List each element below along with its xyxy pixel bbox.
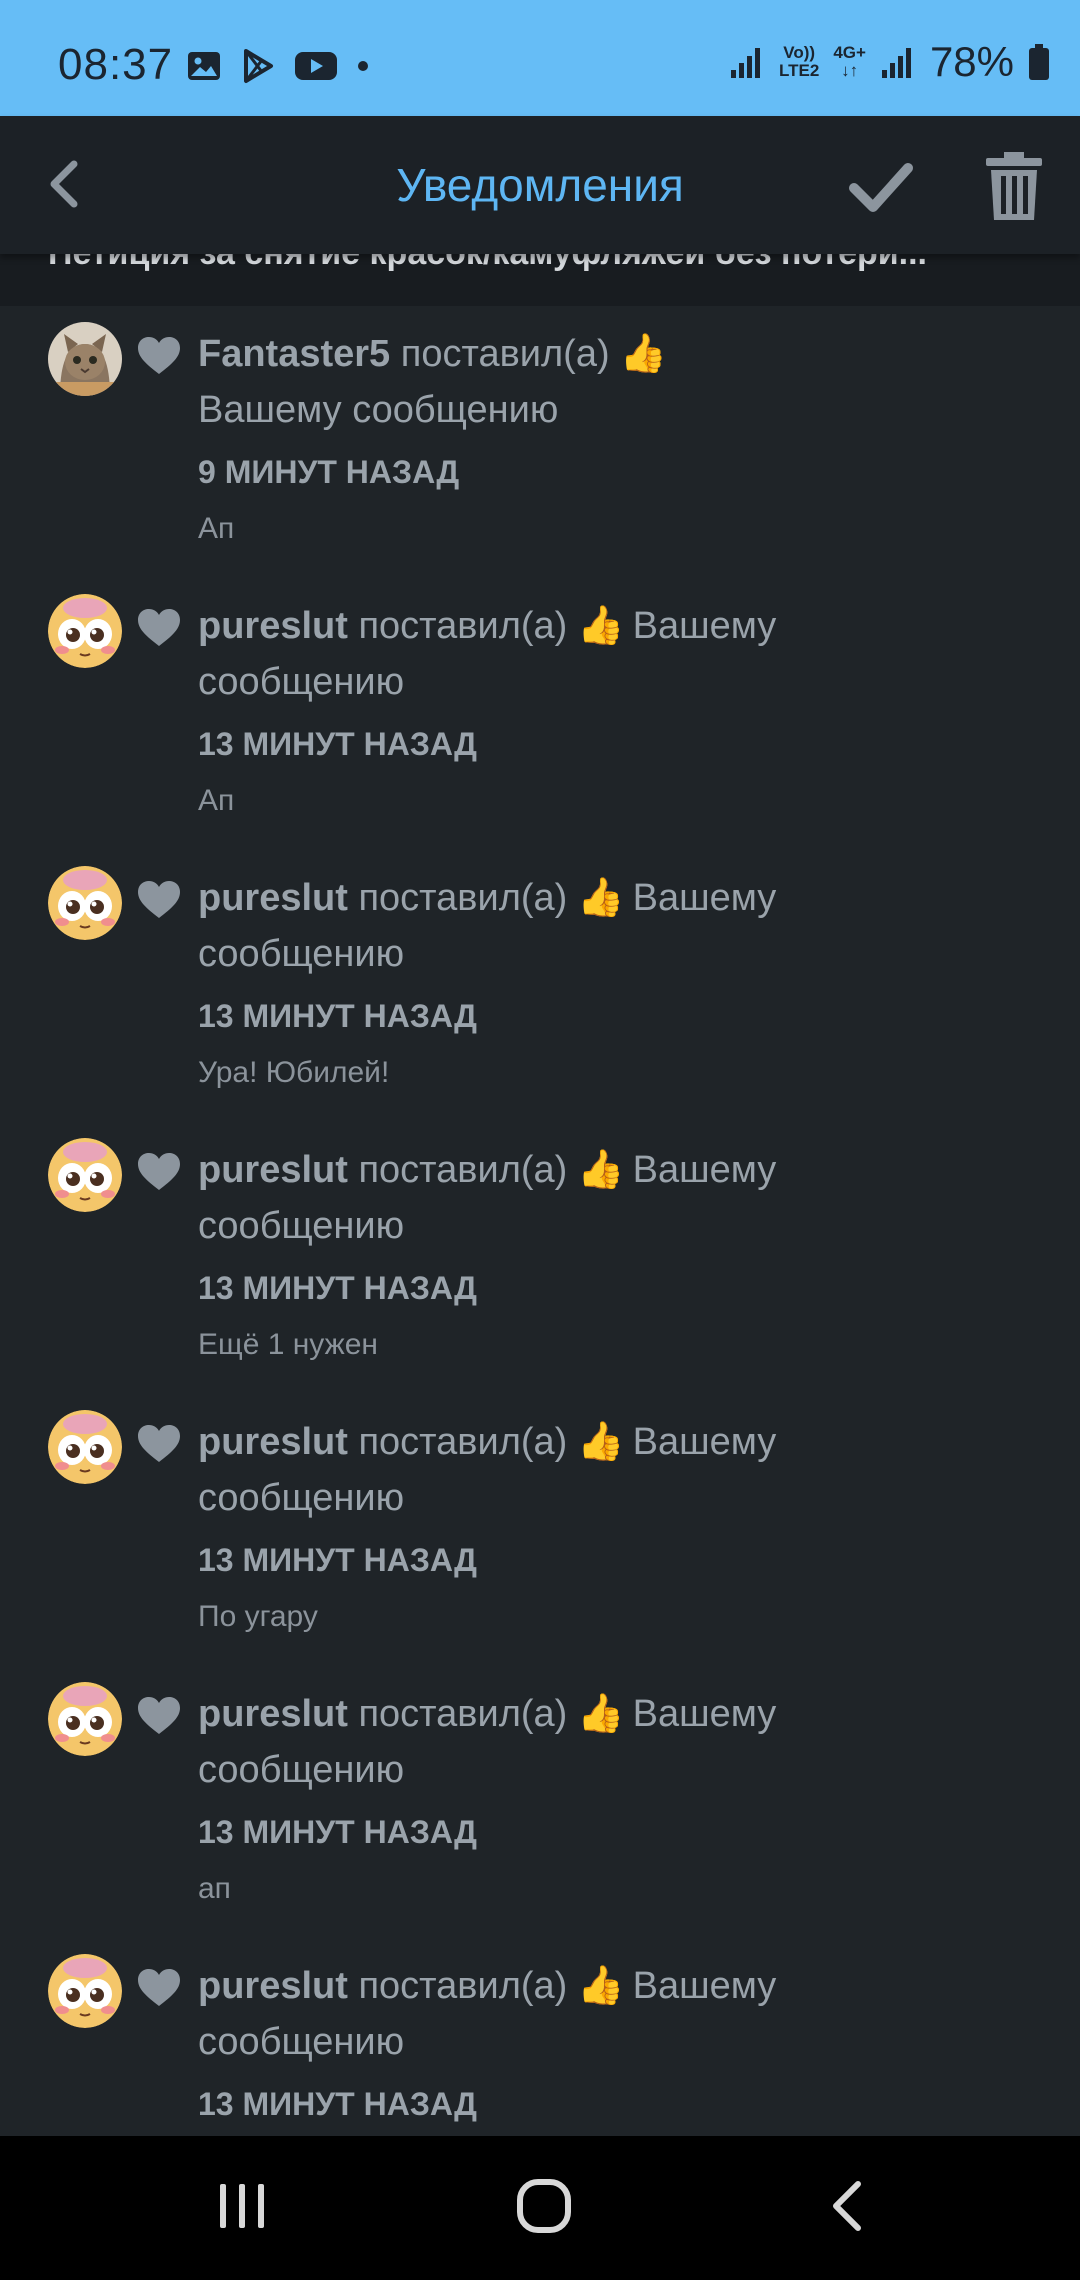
notification-time: 9 МИНУТ НАЗАД <box>198 454 460 490</box>
action-text: поставил(а) <box>400 333 610 375</box>
avatar[interactable] <box>48 594 122 668</box>
notification-item[interactable]: pureslut поставил(а) 👍 Вашему сообщению 13 … <box>0 1394 1080 1666</box>
notification-text: pureslut поставил(а) 👍 Вашему сообщению <box>198 1686 818 1798</box>
home-icon[interactable] <box>516 2178 572 2234</box>
navigation-bar <box>0 2136 1080 2280</box>
status-notification-icons <box>186 48 370 84</box>
message-preview: ап <box>198 1872 231 1905</box>
notification-text: Fantaster5 поставил(а) 👍 Вашему сообщению <box>198 326 818 438</box>
notification-item[interactable]: Fantaster5 поставил(а) 👍 Вашему сообщению 9… <box>0 306 1080 578</box>
notification-time: 13 МИНУТ НАЗАД <box>198 2086 477 2122</box>
status-bar: 08:37 Vo)) LTE2 4G+ ↓↑ 78% <box>0 0 1080 116</box>
like-heart-icon <box>136 608 182 648</box>
system-back-icon[interactable] <box>826 2178 866 2234</box>
data-arrows-icon: ↓↑ <box>841 61 859 80</box>
message-preview: Ещё 1 нужен <box>198 1328 378 1361</box>
like-heart-icon <box>136 1152 182 1192</box>
play-store-icon <box>244 49 273 83</box>
thumbs-up-icon: 👍 <box>577 1421 625 1463</box>
action-text: поставил(а) <box>358 1149 568 1191</box>
thread-title: Петиция за снятие красок/камуфляжей без … <box>48 254 927 273</box>
action-text: поставил(а) <box>358 877 568 919</box>
mark-all-read-check-icon[interactable] <box>846 152 916 222</box>
username[interactable]: pureslut <box>198 1149 348 1191</box>
gallery-icon <box>188 52 220 80</box>
target-text: Вашему сообщению <box>198 389 559 431</box>
notification-item[interactable]: pureslut поставил(а) 👍 Вашему сообщению 13 … <box>0 578 1080 850</box>
recent-apps-icon[interactable] <box>216 2180 268 2232</box>
notification-time: 13 МИНУТ НАЗАД <box>198 726 477 762</box>
volte-indicator: Vo)) LTE2 <box>779 44 819 80</box>
avatar[interactable] <box>48 866 122 940</box>
thumbs-up-icon: 👍 <box>619 333 667 375</box>
action-text: поставил(а) <box>358 1693 568 1735</box>
avatar[interactable] <box>48 1682 122 1756</box>
message-preview: Ап <box>198 512 235 545</box>
thread-title-header[interactable]: Петиция за снятие красок/камуфляжей без … <box>0 254 1080 306</box>
notification-text: pureslut поставил(а) 👍 Вашему сообщению <box>198 1414 818 1526</box>
battery-icon <box>1029 44 1049 80</box>
like-heart-icon <box>136 336 182 376</box>
username[interactable]: pureslut <box>198 1421 348 1463</box>
message-preview: Ура! Юбилей! <box>198 1056 390 1089</box>
thumbs-up-icon: 👍 <box>577 605 625 647</box>
action-text: поставил(а) <box>358 605 568 647</box>
thumbs-up-icon: 👍 <box>577 877 625 919</box>
notification-text: pureslut поставил(а) 👍 Вашему сообщению <box>198 870 818 982</box>
thumbs-up-icon: 👍 <box>577 1693 625 1735</box>
action-text: поставил(а) <box>358 1965 568 2007</box>
username[interactable]: pureslut <box>198 1693 348 1735</box>
username[interactable]: pureslut <box>198 877 348 919</box>
like-heart-icon <box>136 880 182 920</box>
status-time: 08:37 <box>58 40 174 89</box>
username[interactable]: Fantaster5 <box>198 333 390 375</box>
notification-item[interactable]: pureslut поставил(а) 👍 Вашему сообщению 13 … <box>0 1666 1080 1938</box>
thumbs-up-icon: 👍 <box>577 1965 625 2007</box>
page-title: Уведомления <box>396 159 684 211</box>
like-heart-icon <box>136 1696 182 1736</box>
username[interactable]: pureslut <box>198 1965 348 2007</box>
notification-item[interactable]: pureslut поставил(а) 👍 Вашему сообщению 13 … <box>0 850 1080 1122</box>
notification-text: pureslut поставил(а) 👍 Вашему сообщению <box>198 1958 818 2070</box>
network-4g-text: 4G+ <box>833 43 866 62</box>
notification-text: pureslut поставил(а) 👍 Вашему сообщению <box>198 1142 818 1254</box>
notification-time: 13 МИНУТ НАЗАД <box>198 1542 477 1578</box>
volte-text: Vo)) <box>783 43 816 62</box>
notification-time: 13 МИНУТ НАЗАД <box>198 1814 477 1850</box>
like-heart-icon <box>136 1424 182 1464</box>
notification-text: pureslut поставил(а) 👍 Вашему сообщению <box>198 598 818 710</box>
notification-item[interactable]: pureslut поставил(а) 👍 Вашему сообщению 13 … <box>0 1122 1080 1394</box>
avatar[interactable] <box>48 1138 122 1212</box>
notification-time: 13 МИНУТ НАЗАД <box>198 998 477 1034</box>
network-4g-indicator: 4G+ ↓↑ <box>833 44 866 80</box>
action-text: поставил(а) <box>358 1421 568 1463</box>
youtube-icon <box>295 52 337 80</box>
message-preview: Ап <box>198 784 235 817</box>
notification-time: 13 МИНУТ НАЗАД <box>198 1270 477 1306</box>
like-heart-icon <box>136 1968 182 2008</box>
app-bar: Уведомления <box>0 116 1080 254</box>
delete-trash-icon[interactable] <box>984 150 1044 222</box>
battery-percent: 78% <box>929 38 1014 85</box>
avatar[interactable] <box>48 1410 122 1484</box>
more-notifications-dot-icon <box>358 61 368 71</box>
lte2-text: LTE2 <box>779 61 820 80</box>
signal-2-icon <box>881 48 911 78</box>
signal-icon <box>731 48 761 78</box>
status-system-icons: Vo)) LTE2 4G+ ↓↑ 78% <box>729 38 1050 86</box>
thumbs-up-icon: 👍 <box>577 1149 625 1191</box>
message-preview: По угару <box>198 1600 318 1633</box>
username[interactable]: pureslut <box>198 605 348 647</box>
avatar[interactable] <box>48 1954 122 2028</box>
avatar[interactable] <box>48 322 122 396</box>
